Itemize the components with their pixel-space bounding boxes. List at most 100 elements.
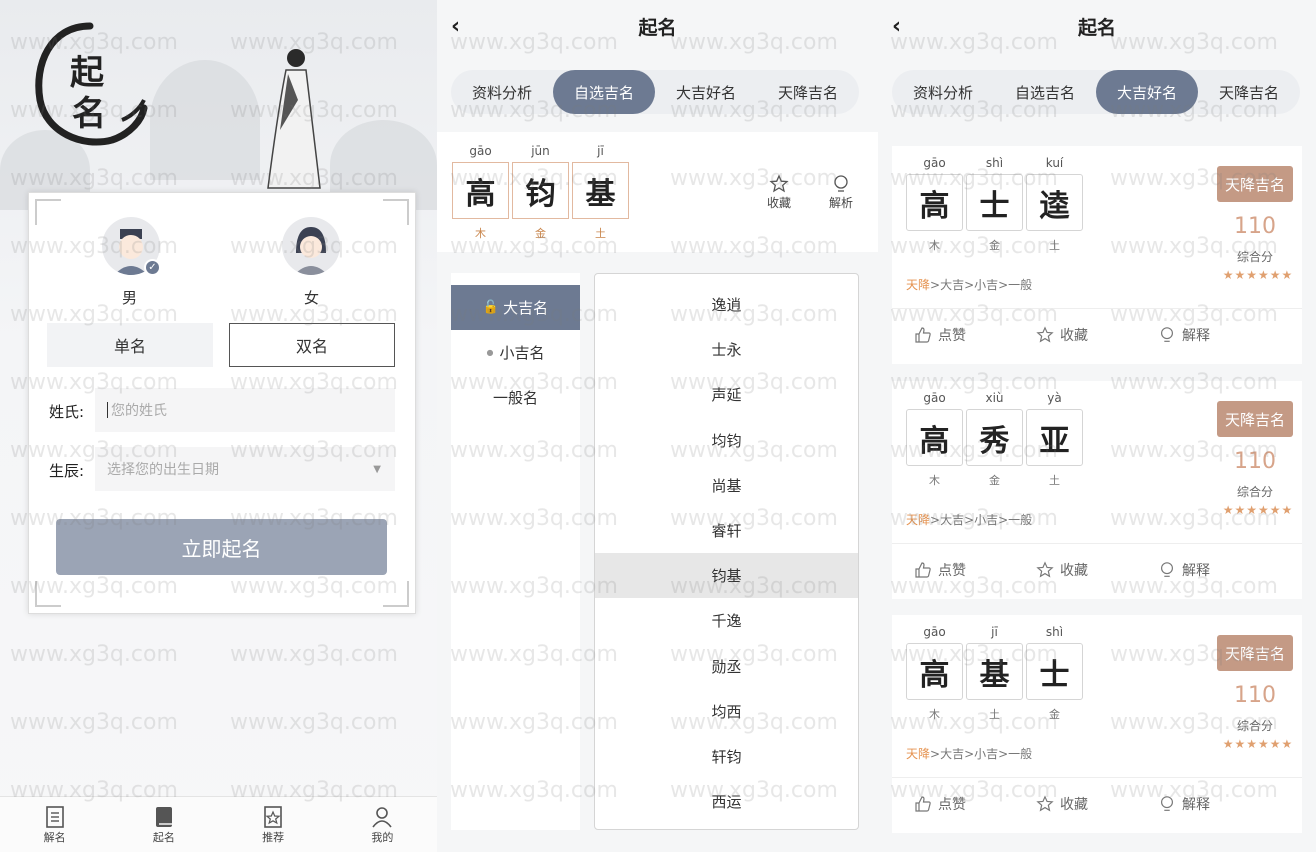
favorite-button[interactable]: 收藏 <box>1036 325 1136 345</box>
tab-qiming[interactable]: 起名 <box>129 805 199 845</box>
double-name-button[interactable]: 双名 <box>229 323 395 367</box>
like-button[interactable]: 点赞 <box>914 325 1014 345</box>
rank-text: 天降>大吉>小吉>一般 <box>906 747 1033 761</box>
star-rating-icon: ★★★★★★ <box>1222 737 1294 751</box>
score-value: 110 <box>1234 683 1276 708</box>
heaven-name-badge[interactable]: 天降吉名 <box>1217 635 1293 671</box>
name-result-card[interactable]: gāo 高木 xiù 秀金 yà 亚土 天降吉名 110 综合分 ★★★★★★ 天降>大吉… <box>892 381 1302 599</box>
corner-ornament <box>383 199 409 225</box>
name-char: jūn 钧金 <box>512 144 569 241</box>
name-option[interactable]: 尚基 <box>595 463 858 508</box>
corner-ornament <box>35 199 61 225</box>
male-label: 男 <box>122 289 138 307</box>
name-result-card[interactable]: gāo 高木 shì 士金 kuí 逵土 天降吉名 110 综合分 ★★★★★★ 天降>大… <box>892 146 1302 364</box>
name-option[interactable]: 均西 <box>595 689 858 734</box>
name-option[interactable]: 睿轩 <box>595 508 858 553</box>
corner-ornament <box>35 581 61 607</box>
name-char: kuí 逵土 <box>1026 156 1083 253</box>
name-input-screen: 起 名 ✓ 男 女 单名 双名 姓氏: 您的姓氏 生辰: 选择您的出生日期 ▼ … <box>0 0 437 852</box>
lightbulb-icon <box>1161 561 1173 577</box>
tab-data-analysis[interactable]: 资料分析 <box>892 70 994 114</box>
heaven-name-badge[interactable]: 天降吉名 <box>1217 401 1293 437</box>
name-chars: gāo 高木 xiù 秀金 yà 亚土 <box>906 391 1086 488</box>
name-option[interactable]: 轩钧 <box>595 734 858 779</box>
tab-heaven-name[interactable]: 天降吉名 <box>1198 70 1300 114</box>
name-option[interactable]: 西运 <box>595 779 858 824</box>
lucky-name-screen: ‹ 起名 资料分析 自选吉名 大吉好名 天降吉名 gāo 高木 shì 士金 kuí 逵土… <box>878 0 1316 852</box>
like-button[interactable]: 点赞 <box>914 560 1014 580</box>
star-icon <box>769 174 789 193</box>
custom-name-screen: ‹ 起名 资料分析 自选吉名 大吉好名 天降吉名 gāo 高木 jūn 钧金 jī 基… <box>437 0 878 852</box>
submit-naming-button[interactable]: 立即起名 <box>56 519 387 575</box>
tab-label: 我的 <box>371 830 394 844</box>
tab-jieming[interactable]: 解名 <box>20 805 90 845</box>
surname-input[interactable]: 您的姓氏 <box>95 388 395 432</box>
header: ‹ 起名 <box>878 0 1316 52</box>
dropdown-arrow-icon: ▼ <box>373 463 381 475</box>
category-small[interactable]: ● 小吉名 <box>451 330 580 375</box>
name-char: jī 基土 <box>572 144 629 241</box>
star-rating-icon: ★★★★★★ <box>1222 503 1294 517</box>
name-option[interactable]: 士永 <box>595 327 858 372</box>
star-rating-icon: ★★★★★★ <box>1222 268 1294 282</box>
bottom-tab-bar: 解名 起名 推荐 我的 <box>0 796 437 852</box>
lightbulb-icon <box>1161 326 1173 342</box>
corner-ornament <box>383 581 409 607</box>
rank-text: 天降>大吉>小吉>一般 <box>906 278 1033 292</box>
single-name-button[interactable]: 单名 <box>47 323 213 367</box>
tab-custom-name[interactable]: 自选吉名 <box>553 70 655 114</box>
favorite-button[interactable]: 收藏 <box>767 174 791 211</box>
name-option[interactable]: 勋丞 <box>595 644 858 689</box>
female-label: 女 <box>304 289 320 307</box>
category-great[interactable]: 🔓 大吉名 <box>451 285 580 330</box>
tab-lucky-name[interactable]: 大吉好名 <box>655 70 757 114</box>
tab-wode[interactable]: 我的 <box>347 805 417 845</box>
back-arrow-icon[interactable]: ‹ <box>451 14 471 39</box>
name-option[interactable]: 千逸 <box>595 598 858 643</box>
thumbs-up-icon <box>915 561 931 578</box>
favorite-button[interactable]: 收藏 <box>1036 794 1136 814</box>
favorite-button[interactable]: 收藏 <box>1036 560 1136 580</box>
heaven-name-badge[interactable]: 天降吉名 <box>1217 166 1293 202</box>
score-label: 综合分 <box>1236 485 1273 499</box>
surname-placeholder: 您的姓氏 <box>111 403 167 419</box>
name-char: shì 士金 <box>966 156 1023 253</box>
star-icon <box>1036 325 1054 343</box>
name-option-selected[interactable]: 钧基 <box>595 553 858 599</box>
selected-check-icon: ✓ <box>144 259 161 276</box>
tab-data-analysis[interactable]: 资料分析 <box>451 70 553 114</box>
like-button[interactable]: 点赞 <box>914 794 1014 814</box>
text-cursor <box>107 402 108 418</box>
tab-heaven-name[interactable]: 天降吉名 <box>757 70 859 114</box>
tab-label: 推荐 <box>262 830 285 844</box>
star-icon <box>1036 560 1054 578</box>
name-option[interactable]: 均钧 <box>595 418 858 463</box>
tab-lucky-name[interactable]: 大吉好名 <box>1096 70 1198 114</box>
category-general[interactable]: 一般名 <box>451 375 580 420</box>
back-arrow-icon[interactable]: ‹ <box>892 14 912 39</box>
name-char: jī 基土 <box>966 625 1023 722</box>
app-logo: 起 名 <box>30 20 150 150</box>
name-char: gāo 高木 <box>906 156 963 253</box>
tab-custom-name[interactable]: 自选吉名 <box>994 70 1096 114</box>
book-open-icon <box>45 805 64 828</box>
explain-button[interactable]: 解释 <box>1158 794 1258 814</box>
name-option[interactable]: 声延 <box>595 372 858 417</box>
score-label: 综合分 <box>1236 719 1273 733</box>
tab-label: 解名 <box>43 830 66 844</box>
dot-icon: ● <box>486 348 494 357</box>
name-chars: gāo 高木 shì 士金 kuí 逵土 <box>906 156 1086 253</box>
user-icon <box>372 806 393 827</box>
name-option[interactable]: 逸逍 <box>595 282 858 327</box>
explain-button[interactable]: 解释 <box>1158 560 1258 580</box>
rank-text: 天降>大吉>小吉>一般 <box>906 513 1033 527</box>
birth-label: 生辰: <box>49 462 85 480</box>
tab-tuijian[interactable]: 推荐 <box>238 805 308 845</box>
birth-date-picker[interactable]: 选择您的出生日期 ▼ <box>95 447 395 491</box>
female-avatar[interactable] <box>282 217 340 275</box>
explain-button[interactable]: 解释 <box>1158 325 1258 345</box>
book-icon <box>155 806 172 827</box>
action-row: 点赞 收藏 解释 <box>892 777 1302 829</box>
analysis-button[interactable]: 解析 <box>829 174 853 211</box>
name-result-card[interactable]: gāo 高木 jī 基土 shì 士金 天降吉名 110 综合分 ★★★★★★ 天降>大吉… <box>892 615 1302 833</box>
